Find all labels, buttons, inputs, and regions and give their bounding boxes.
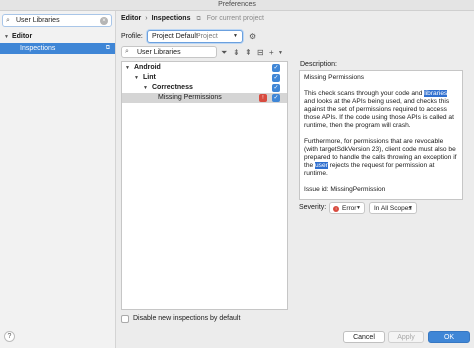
- severity-row: Severity: ! Error ▼ In All Scopes ▼: [299, 202, 469, 214]
- search-icon: ⌕: [125, 48, 129, 55]
- sidebar-item-editor[interactable]: ▼ Editor: [4, 33, 32, 40]
- checkbox-missing-permissions[interactable]: ✓: [272, 94, 280, 102]
- description-text: and looks at the APIs being used, and ch…: [304, 98, 454, 129]
- search-highlight: libraries: [424, 90, 448, 97]
- copy-icon: ⧉: [196, 16, 201, 22]
- chevron-down-icon: ▼: [356, 205, 361, 211]
- apply-button[interactable]: Apply: [388, 331, 424, 343]
- tree-label-lint: Lint: [143, 74, 156, 81]
- window-title: Preferences: [218, 1, 256, 8]
- add-icon[interactable]: +: [269, 48, 274, 57]
- profile-label: Profile:: [121, 33, 143, 40]
- search-highlight: user: [315, 162, 328, 169]
- error-severity-icon: !: [259, 94, 267, 102]
- severity-value: Error: [342, 205, 357, 212]
- description-paragraph-2: Furthermore, for permissions that are re…: [304, 138, 458, 178]
- sidebar-item-editor-label: Editor: [11, 33, 33, 40]
- checkbox-lint[interactable]: ✓: [272, 74, 280, 82]
- disable-new-inspections-row[interactable]: Disable new inspections by default: [121, 314, 321, 324]
- ok-button[interactable]: OK: [428, 331, 470, 343]
- chevron-down-icon: ▼: [134, 75, 139, 81]
- copy-icon: ⧉: [105, 45, 110, 51]
- description-issue-id: Issue id: MissingPermission: [304, 186, 386, 193]
- profile-scope: Project: [196, 33, 218, 40]
- inspections-panel: Editor › Inspections ⧉ For current project P…: [117, 11, 474, 348]
- chevron-down-icon[interactable]: ▼: [278, 50, 283, 56]
- tree-row-lint[interactable]: ▼ Lint ✓: [122, 73, 287, 83]
- settings-search-input[interactable]: ⌕ User Libraries ×: [2, 14, 112, 27]
- search-icon: ⌕: [6, 17, 10, 24]
- description-title: Missing Permissions: [304, 74, 365, 81]
- checkbox-android[interactable]: ✓: [272, 64, 280, 72]
- severity-select[interactable]: ! Error ▼: [329, 202, 365, 214]
- tree-row-missing-permissions[interactable]: Missing Permissions ! ✓: [122, 93, 287, 103]
- description-text: This check scans through your code and: [304, 90, 425, 97]
- tree-label-android: Android: [134, 64, 161, 71]
- description-label: Description:: [300, 61, 337, 68]
- scope-note: For current project: [206, 15, 264, 22]
- disable-new-inspections-label: Disable new inspections by default: [133, 315, 241, 322]
- scope-select[interactable]: In All Scopes ▼: [369, 202, 417, 214]
- chevron-down-icon: ▼: [233, 33, 238, 39]
- profile-select[interactable]: Project Default Project ▼: [147, 30, 243, 43]
- filter-icon[interactable]: ⏷: [221, 48, 227, 58]
- gear-icon[interactable]: ⚙: [249, 32, 256, 41]
- inspection-search-input[interactable]: ⌕ User Libraries: [121, 46, 217, 58]
- profile-row: Profile: Project Default Project ▼ ⚙: [121, 30, 421, 44]
- title-bar: Preferences: [0, 0, 474, 11]
- description-paragraph-1: This check scans through your code and l…: [304, 90, 458, 130]
- breadcrumb-separator-icon: ›: [145, 15, 148, 22]
- disable-new-inspections-checkbox[interactable]: [121, 315, 129, 323]
- scope-value: In All Scopes: [374, 205, 412, 212]
- chevron-down-icon: ▼: [4, 34, 9, 40]
- expand-all-icon[interactable]: ⇟: [233, 48, 240, 57]
- settings-sidebar: ⌕ User Libraries × ▼ Editor Inspections ⧉: [0, 11, 116, 348]
- chevron-down-icon: ▼: [125, 65, 130, 71]
- tree-label-correctness: Correctness: [152, 84, 193, 91]
- breadcrumb: Editor › Inspections ⧉ For current project: [121, 15, 264, 23]
- inspection-tree: ▼ Android ✓ ▼ Lint ✓ ▼ Correctness ✓ Mis…: [121, 61, 288, 310]
- reset-icon[interactable]: ⊟: [257, 48, 264, 57]
- description-box: Missing Permissions This check scans thr…: [299, 70, 463, 200]
- chevron-down-icon: ▼: [143, 85, 148, 91]
- tree-row-android[interactable]: ▼ Android ✓: [122, 63, 287, 73]
- profile-value: Project Default: [152, 33, 198, 40]
- settings-search-value: User Libraries: [16, 17, 60, 24]
- breadcrumb-editor: Editor: [121, 15, 142, 22]
- collapse-all-icon[interactable]: ⇞: [245, 48, 252, 57]
- sidebar-item-inspections[interactable]: Inspections ⧉: [0, 43, 115, 54]
- inspection-search-value: User Libraries: [137, 49, 181, 56]
- help-button[interactable]: ?: [4, 331, 15, 342]
- severity-label: Severity:: [299, 204, 327, 211]
- chevron-down-icon: ▼: [408, 205, 413, 211]
- sidebar-item-inspections-label: Inspections: [20, 45, 56, 52]
- tree-row-correctness[interactable]: ▼ Correctness ✓: [122, 83, 287, 93]
- breadcrumb-inspections: Inspections: [151, 15, 191, 22]
- tree-label-missing-permissions: Missing Permissions: [158, 94, 222, 101]
- clear-search-icon[interactable]: ×: [100, 17, 108, 25]
- cancel-button[interactable]: Cancel: [343, 331, 385, 343]
- error-severity-icon: !: [333, 206, 339, 212]
- checkbox-correctness[interactable]: ✓: [272, 84, 280, 92]
